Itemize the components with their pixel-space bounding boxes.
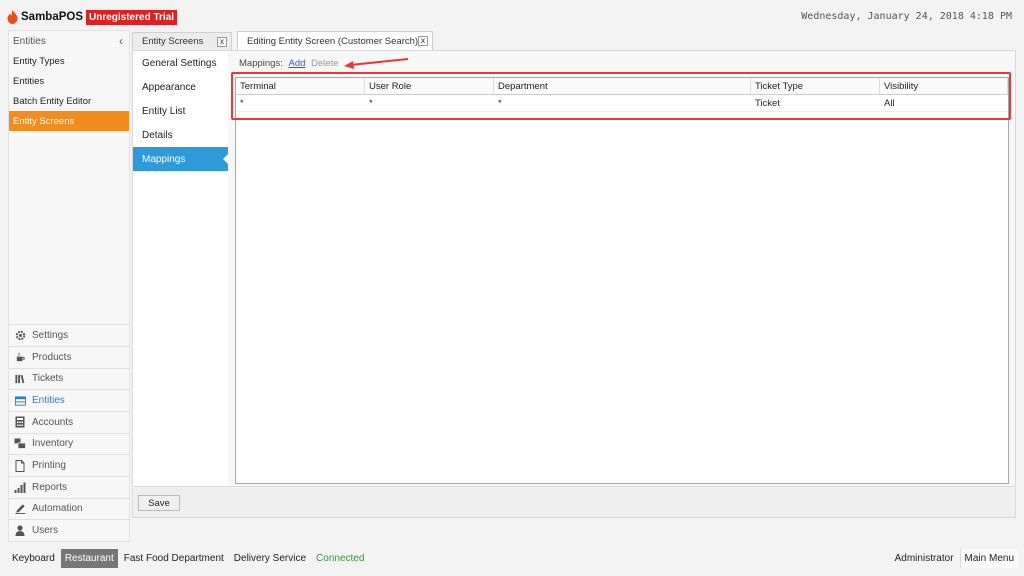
settings-nav-appearance[interactable]: Appearance xyxy=(133,75,228,99)
close-icon[interactable]: x xyxy=(418,36,428,46)
module-label: Settings xyxy=(32,329,69,341)
module-label: Products xyxy=(32,351,72,363)
column-header-terminal[interactable]: Terminal xyxy=(236,78,365,95)
restaurant-button[interactable]: Restaurant xyxy=(60,549,118,568)
status-bar: Keyboard Restaurant Fast Food Department… xyxy=(8,548,1020,569)
bar-chart-icon xyxy=(14,481,26,493)
delivery-service-button[interactable]: Delivery Service xyxy=(230,549,310,568)
document-tabs: Entity Screens x Editing Entity Screen (… xyxy=(132,30,1024,50)
module-accounts[interactable]: Accounts xyxy=(9,410,129,433)
module-label: Accounts xyxy=(32,416,74,428)
column-header-department[interactable]: Department xyxy=(494,78,751,95)
cell-department[interactable]: * xyxy=(494,95,751,112)
settings-nav-mappings[interactable]: Mappings xyxy=(133,147,229,171)
department-button[interactable]: Fast Food Department xyxy=(120,549,228,568)
module-users[interactable]: Users xyxy=(9,519,129,541)
document-icon xyxy=(14,459,26,472)
module-tickets[interactable]: Tickets xyxy=(9,367,129,390)
pencil-icon xyxy=(14,503,26,515)
app-header: SambaPOS Unregistered Trial Wednesday, J… xyxy=(0,0,1024,30)
tab-editing-entity-screen[interactable]: Editing Entity Screen (Customer Search) … xyxy=(237,31,433,50)
nav-header: Entities ‹ xyxy=(9,31,129,51)
mappings-toolbar: Mappings: Add Delete xyxy=(239,58,339,69)
module-label: Inventory xyxy=(32,438,74,450)
calculator-icon xyxy=(14,416,26,428)
module-inventory[interactable]: Inventory xyxy=(9,432,129,455)
mappings-label: Mappings: xyxy=(239,58,283,69)
module-label: Entities xyxy=(32,395,65,407)
gear-icon xyxy=(14,329,26,341)
flame-logo-icon xyxy=(7,10,18,24)
editor-panel: General Settings Appearance Entity List … xyxy=(132,50,1016,487)
user-name[interactable]: Administrator xyxy=(891,549,958,568)
mappings-grid[interactable]: Terminal User Role Department Ticket Typ… xyxy=(235,77,1009,484)
user-icon xyxy=(14,525,26,537)
brand-name: SambaPOS xyxy=(21,11,83,23)
module-label: Automation xyxy=(32,503,83,515)
settings-nav-details[interactable]: Details xyxy=(133,123,228,147)
settings-nav: General Settings Appearance Entity List … xyxy=(133,51,229,486)
add-mapping-link[interactable]: Add xyxy=(288,58,305,69)
connection-status: Connected xyxy=(316,553,365,564)
left-navigation: Entities ‹ Entity Types Entities Batch E… xyxy=(8,30,130,542)
trial-badge: Unregistered Trial xyxy=(86,9,178,25)
module-reports[interactable]: Reports xyxy=(9,475,129,498)
module-settings[interactable]: Settings xyxy=(9,324,129,346)
mappings-content: Mappings: Add Delete Terminal User Role … xyxy=(231,51,1015,486)
table-icon xyxy=(14,395,26,407)
module-label: Reports xyxy=(32,481,68,493)
module-list: Settings Products Tickets Entities Accou… xyxy=(9,324,129,541)
save-button[interactable]: Save xyxy=(138,495,180,511)
settings-nav-general[interactable]: General Settings xyxy=(133,51,228,75)
datetime-display: Wednesday, January 24, 2018 4:18 PM xyxy=(801,11,1012,22)
nav-item-entity-types[interactable]: Entity Types xyxy=(9,51,129,71)
main-menu-button[interactable]: Main Menu xyxy=(959,549,1018,568)
nav-item-entities[interactable]: Entities xyxy=(9,71,129,91)
cell-terminal[interactable]: * xyxy=(236,95,365,112)
module-label: Tickets xyxy=(32,373,64,385)
coffee-icon xyxy=(14,351,26,363)
module-printing[interactable]: Printing xyxy=(9,454,129,476)
cell-visibility[interactable]: All xyxy=(880,95,1008,112)
boxes-icon xyxy=(14,438,26,450)
nav-item-batch-entity-editor[interactable]: Batch Entity Editor xyxy=(9,91,129,111)
action-bar: Save xyxy=(132,488,1016,518)
module-entities[interactable]: Entities xyxy=(9,389,129,411)
tab-label: Entity Screens xyxy=(142,36,204,47)
column-header-user-role[interactable]: User Role xyxy=(365,78,494,95)
module-products[interactable]: Products xyxy=(9,345,129,368)
collapse-icon[interactable]: ‹ xyxy=(119,34,123,48)
column-header-ticket-type[interactable]: Ticket Type xyxy=(751,78,880,95)
settings-nav-entity-list[interactable]: Entity List xyxy=(133,99,228,123)
table-row[interactable]: * * * Ticket All xyxy=(236,95,1008,112)
cell-user-role[interactable]: * xyxy=(365,95,494,112)
grid-header: Terminal User Role Department Ticket Typ… xyxy=(236,78,1008,95)
close-icon[interactable]: x xyxy=(217,37,227,47)
module-label: Printing xyxy=(32,460,66,472)
nav-item-entity-screens[interactable]: Entity Screens xyxy=(9,111,129,131)
module-label: Users xyxy=(32,525,59,537)
tab-entity-screens[interactable]: Entity Screens x xyxy=(132,32,232,50)
tab-label: Editing Entity Screen (Customer Search) xyxy=(247,35,419,47)
logo: SambaPOS Unregistered Trial xyxy=(7,9,178,25)
status-bar-right: Administrator Main Menu xyxy=(891,549,1020,568)
books-icon xyxy=(14,373,26,385)
cell-ticket-type[interactable]: Ticket xyxy=(751,95,880,112)
delete-mapping-link[interactable]: Delete xyxy=(311,58,338,69)
keyboard-button[interactable]: Keyboard xyxy=(8,549,59,568)
module-automation[interactable]: Automation xyxy=(9,497,129,520)
column-header-visibility[interactable]: Visibility xyxy=(880,78,1008,95)
nav-title: Entities xyxy=(13,35,46,47)
